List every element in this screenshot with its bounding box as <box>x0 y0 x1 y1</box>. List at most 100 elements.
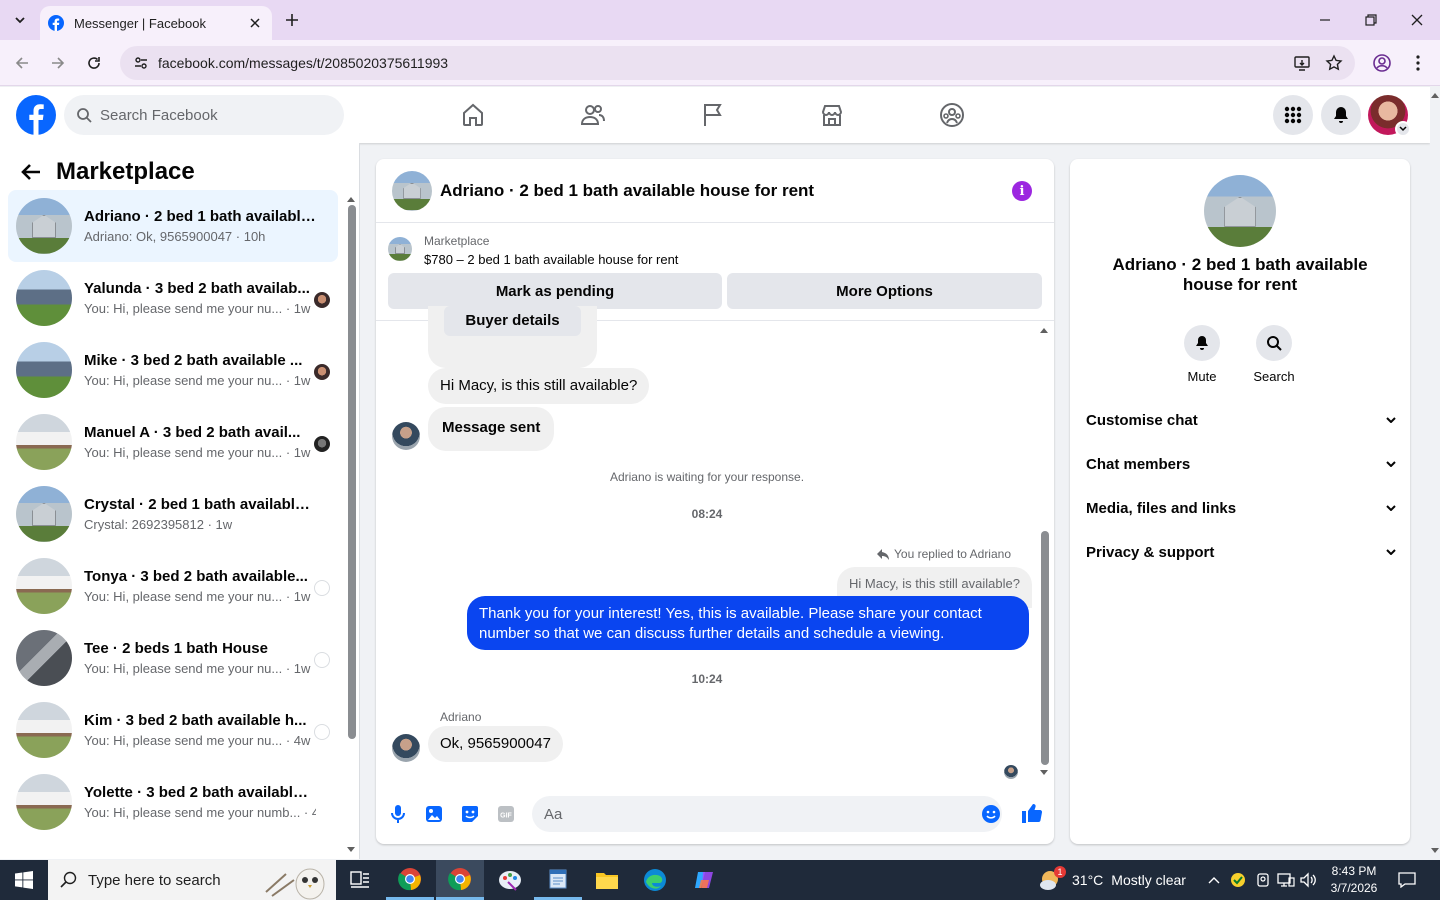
facebook-logo-icon[interactable] <box>16 95 56 135</box>
scroll-up-icon[interactable] <box>347 195 355 203</box>
notifications-button[interactable] <box>1321 95 1361 135</box>
facebook-search[interactable] <box>64 95 344 135</box>
sidebar-scrollbar[interactable] <box>348 205 356 739</box>
taskbar-file-explorer[interactable] <box>583 860 631 900</box>
conversation-item[interactable]: Mike · 3 bed 2 bath available ... You: Hi… <box>8 334 338 406</box>
sender-avatar[interactable] <box>392 422 420 450</box>
browser-tab[interactable]: Messenger | Facebook <box>40 6 272 40</box>
back-button[interactable] <box>11 52 33 74</box>
media-files-section[interactable]: Media, files and links <box>1086 492 1396 524</box>
tray-overflow-icon[interactable] <box>1204 870 1224 890</box>
customise-chat-section[interactable]: Customise chat <box>1086 404 1396 436</box>
taskbar-chrome-1[interactable] <box>386 860 434 900</box>
mark-pending-button[interactable]: Mark as pending <box>388 273 722 309</box>
message-input[interactable] <box>532 796 1002 832</box>
chevron-down-icon[interactable] <box>1395 121 1411 137</box>
conversation-item[interactable]: Manuel A · 3 bed 2 bath avail... You: Hi,… <box>8 406 338 478</box>
emoji-icon[interactable] <box>980 803 1002 825</box>
notification-center-icon[interactable] <box>1396 870 1418 890</box>
nav-marketplace[interactable] <box>812 97 852 133</box>
scroll-down-icon[interactable] <box>1040 769 1048 777</box>
chat-title[interactable]: Adriano · 2 bed 1 bath available house f… <box>440 181 814 201</box>
norton-icon[interactable] <box>1228 870 1248 890</box>
site-info-icon[interactable] <box>130 52 152 74</box>
sidebar-title: Marketplace <box>56 158 195 185</box>
photo-icon[interactable] <box>423 803 445 825</box>
minimize-button[interactable] <box>1312 8 1338 32</box>
scroll-down-icon[interactable] <box>347 846 355 854</box>
conversation-item[interactable]: Tonya · 3 bed 2 bath available... You: Hi… <box>8 550 338 622</box>
close-tab-icon[interactable] <box>246 14 264 32</box>
conversation-item[interactable]: Tee · 2 beds 1 bath House You: Hi, please… <box>8 622 338 694</box>
listing-thumbnail[interactable] <box>388 237 412 261</box>
conversation-preview: You: Hi, please send me your nu... · 1w <box>84 661 311 676</box>
privacy-support-section[interactable]: Privacy & support <box>1086 536 1396 568</box>
taskbar-search[interactable] <box>48 860 336 900</box>
nav-friends[interactable] <box>573 97 613 133</box>
profile-menu-button[interactable] <box>1371 52 1393 74</box>
start-button[interactable] <box>0 860 48 900</box>
sender-avatar[interactable] <box>392 734 420 762</box>
omnibox[interactable]: facebook.com/messages/t/2085020375611993 <box>120 46 1355 80</box>
close-window-button[interactable] <box>1404 8 1430 32</box>
buyer-details-card: Buyer details <box>428 306 597 368</box>
timestamp: 10:24 <box>691 672 723 686</box>
chat-profile-avatar[interactable] <box>1204 175 1276 247</box>
message-bubble[interactable]: Ok, 9565900047 <box>428 726 563 762</box>
chat-scrollbar[interactable] <box>1041 531 1049 765</box>
browser-menu-button[interactable] <box>1407 52 1429 74</box>
taskbar-app-notepad[interactable] <box>534 860 582 900</box>
install-app-icon[interactable] <box>1291 52 1313 74</box>
sticker-icon[interactable] <box>459 803 481 825</box>
weather-widget[interactable]: 1 31°C Mostly clear <box>1038 860 1186 900</box>
microphone-icon[interactable] <box>387 803 409 825</box>
search-chat-button[interactable]: Search <box>1244 325 1304 384</box>
buyer-details-button[interactable]: Buyer details <box>444 306 581 336</box>
info-icon[interactable]: i <box>1012 181 1032 201</box>
more-options-button[interactable]: More Options <box>727 273 1042 309</box>
url-text[interactable]: facebook.com/messages/t/2085020375611993 <box>158 55 1291 71</box>
tab-search-button[interactable] <box>8 8 32 32</box>
task-view-icon <box>350 871 369 888</box>
bookmark-star-icon[interactable] <box>1323 52 1345 74</box>
weather-condition: Mostly clear <box>1111 872 1186 888</box>
search-input[interactable] <box>100 106 320 124</box>
mute-button[interactable]: Mute <box>1172 325 1232 384</box>
message-bubble[interactable]: Hi Macy, is this still available? <box>428 368 650 404</box>
conversation-item[interactable]: Yalunda · 3 bed 2 bath availab... You: Hi… <box>8 262 338 334</box>
reload-button[interactable] <box>83 52 105 74</box>
taskbar-app-paint[interactable] <box>486 860 534 900</box>
new-tab-button[interactable] <box>282 10 302 30</box>
back-button[interactable] <box>16 157 46 187</box>
taskbar-copilot[interactable] <box>680 860 728 900</box>
message-bubble[interactable]: Message sent <box>428 407 555 451</box>
like-icon[interactable] <box>1020 802 1042 824</box>
restore-button[interactable] <box>1358 8 1384 32</box>
conversation-item[interactable]: Adriano · 2 bed 1 bath available ... Adri… <box>8 190 338 262</box>
conversation-item[interactable]: Crystal · 2 bed 1 bath available h... Cry… <box>8 478 338 550</box>
conversation-item[interactable]: Kim · 3 bed 2 bath available h... You: Hi… <box>8 694 338 766</box>
menu-button[interactable] <box>1273 95 1313 135</box>
listing-price[interactable]: $780 – 2 bed 1 bath available house for … <box>424 252 678 267</box>
nav-gaming[interactable] <box>932 97 972 133</box>
reply-message-bubble[interactable]: Thank you for your interest! Yes, this i… <box>467 596 1029 650</box>
chat-members-section[interactable]: Chat members <box>1086 448 1396 480</box>
scroll-up-icon[interactable] <box>1040 326 1048 334</box>
network-icon[interactable] <box>1276 870 1296 890</box>
conversation-preview: You: Hi, please send me your nu... · 1w <box>84 589 311 604</box>
task-view-button[interactable] <box>336 860 384 900</box>
chat-avatar[interactable] <box>392 170 432 211</box>
meet-now-icon[interactable] <box>1253 870 1273 890</box>
conversation-item[interactable]: Yolette · 3 bed 2 bath available ... You:… <box>8 766 338 838</box>
nav-pages[interactable] <box>693 97 733 133</box>
gif-icon[interactable]: GIF <box>495 803 517 825</box>
page-scrollbar[interactable] <box>1430 87 1440 860</box>
volume-icon[interactable] <box>1298 870 1318 890</box>
house-thumbnail <box>16 486 72 542</box>
forward-button[interactable] <box>47 52 69 74</box>
taskbar-edge[interactable] <box>631 860 679 900</box>
taskbar-chrome-2[interactable] <box>436 860 484 900</box>
plus-icon <box>286 14 298 26</box>
system-clock[interactable]: 8:43 PM 3/7/2026 <box>1326 863 1382 897</box>
nav-home[interactable] <box>453 97 493 133</box>
